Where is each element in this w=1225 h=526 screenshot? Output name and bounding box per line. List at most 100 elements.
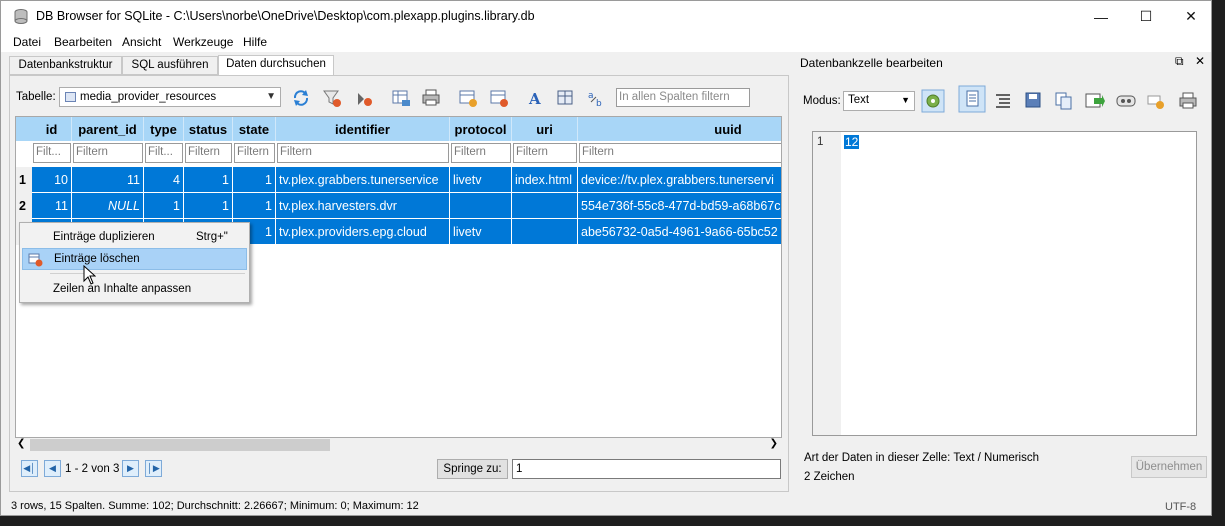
menu-bar: Datei Bearbeiten Ansicht Werkzeuge Hilfe (1, 32, 1211, 52)
tab-sql-ausfuehren[interactable]: SQL ausführen (122, 56, 218, 75)
previous-record-icon[interactable]: ◀ (44, 460, 61, 477)
menu-ansicht[interactable]: Ansicht (122, 35, 161, 49)
refresh-icon[interactable] (290, 87, 312, 109)
column-header[interactable]: type (144, 117, 184, 141)
column-header[interactable]: uri (512, 117, 578, 141)
delete-record-icon[interactable] (488, 87, 510, 109)
first-record-icon[interactable]: ◀│ (21, 460, 38, 477)
print-icon[interactable] (1177, 90, 1199, 112)
table-row[interactable]: 2 11 NULL 1 1 1 tv.plex.harvesters.dvr 5… (16, 193, 781, 219)
table-cell[interactable] (512, 193, 578, 219)
close-button[interactable]: ✕ (1168, 1, 1214, 32)
export-to-file-icon[interactable] (1023, 90, 1045, 112)
cell-value-text[interactable]: 12 (844, 135, 860, 149)
scroll-left-icon[interactable]: ❮ (17, 438, 25, 449)
mode-select[interactable]: Text ▼ (843, 91, 915, 111)
column-filter-input[interactable]: Filtern (451, 143, 511, 163)
mode-select-value: Text (848, 94, 870, 106)
save-table-icon[interactable] (390, 87, 412, 109)
last-record-icon[interactable]: │▶ (145, 460, 162, 477)
column-header[interactable]: status (184, 117, 233, 141)
column-header[interactable]: identifier (276, 117, 450, 141)
column-filter-input[interactable]: Filtern (277, 143, 449, 163)
undock-icon[interactable]: ⧉ (1175, 54, 1184, 69)
column-filter-input[interactable]: Filtern (234, 143, 275, 163)
encoding-label: UTF-8 (1165, 501, 1197, 513)
maximize-button[interactable]: ☐ (1123, 1, 1169, 32)
row-number[interactable]: 1 (16, 167, 32, 193)
column-filter-input[interactable]: Filtern (513, 143, 577, 163)
insert-record-icon[interactable] (457, 87, 479, 109)
print-icon[interactable] (420, 87, 442, 109)
goto-input[interactable]: 1 (512, 459, 781, 479)
tab-datenbankstruktur[interactable]: Datenbankstruktur (9, 56, 122, 75)
minimize-button[interactable]: — (1078, 1, 1124, 32)
table-cell[interactable]: 10 (32, 167, 72, 193)
find-replace-icon[interactable]: a b (586, 87, 608, 109)
erase-cell-icon[interactable] (1145, 90, 1167, 112)
table-cell[interactable]: abe56732-0a5d-4961-9a66-65bc52 (578, 219, 781, 245)
table-cell[interactable] (450, 193, 512, 219)
column-filter-input[interactable]: Filt... (33, 143, 71, 163)
cell-editor[interactable]: 1 12 (812, 131, 1197, 436)
table-cell[interactable]: NULL (72, 193, 144, 219)
table-cell[interactable]: device://tv.plex.grabbers.tunerservi (578, 167, 781, 193)
table-cell[interactable]: tv.plex.harvesters.dvr (276, 193, 450, 219)
table-cell[interactable]: 11 (32, 193, 72, 219)
table-cell[interactable]: 4 (144, 167, 184, 193)
goto-button[interactable]: Springe zu: (437, 459, 508, 479)
table-cell[interactable]: 1 (184, 167, 233, 193)
menu-datei[interactable]: Datei (13, 35, 41, 49)
word-wrap-icon[interactable] (993, 91, 1013, 111)
text-mode-icon[interactable] (958, 85, 986, 113)
table-cell[interactable]: livetv (450, 219, 512, 245)
scrollbar-thumb[interactable] (30, 439, 330, 451)
table-cell[interactable]: 554e736f-55c8-477d-bd59-a68b67c (578, 193, 781, 219)
table-cell[interactable] (512, 219, 578, 245)
table-cell[interactable]: 11 (72, 167, 144, 193)
column-header[interactable]: uuid (578, 117, 781, 141)
table-cell[interactable]: 1 (233, 193, 276, 219)
column-filter-input[interactable]: Filtern (579, 143, 781, 163)
chevron-down-icon: ▼ (266, 91, 276, 102)
apply-button[interactable]: Übernehmen (1131, 456, 1207, 478)
clear-sort-icon[interactable] (353, 87, 375, 109)
table-cell[interactable]: index.html (512, 167, 578, 193)
column-header[interactable]: id (32, 117, 72, 141)
column-header[interactable]: protocol (450, 117, 512, 141)
close-pane-icon[interactable]: ✕ (1195, 54, 1205, 68)
table-row[interactable]: 1 10 11 4 1 1 tv.plex.grabbers.tunerserv… (16, 167, 781, 193)
copy-icon[interactable] (1053, 90, 1075, 112)
font-format-icon[interactable]: A (525, 87, 547, 109)
table-cell[interactable]: 1 (184, 193, 233, 219)
column-header[interactable]: state (233, 117, 276, 141)
auto-mode-icon[interactable] (921, 89, 945, 113)
set-null-icon[interactable] (1115, 90, 1137, 112)
row-number[interactable]: 2 (16, 193, 32, 219)
menu-bearbeiten[interactable]: Bearbeiten (54, 35, 112, 49)
column-header[interactable]: parent_id (72, 117, 144, 141)
column-filter-input[interactable]: Filtern (73, 143, 143, 163)
table-cell[interactable]: 1 (144, 193, 184, 219)
menu-werkzeuge[interactable]: Werkzeuge (173, 35, 233, 49)
menu-item-fit-rows[interactable]: Zeilen an Inhalte anpassen (22, 279, 247, 301)
table-cell[interactable]: tv.plex.grabbers.tunerservice (276, 167, 450, 193)
next-record-icon[interactable]: ▶ (122, 460, 139, 477)
horizontal-scrollbar[interactable]: ❮ ❯ (15, 438, 782, 452)
table-cell[interactable]: livetv (450, 167, 512, 193)
tab-daten-durchsuchen[interactable]: Daten durchsuchen (218, 55, 334, 76)
import-icon[interactable] (1084, 90, 1106, 112)
column-filter-input[interactable]: Filtern (185, 143, 232, 163)
table-cell[interactable]: tv.plex.providers.epg.cloud (276, 219, 450, 245)
cell-format-icon[interactable] (555, 87, 577, 109)
scroll-right-icon[interactable]: ❯ (770, 438, 778, 449)
table-cell[interactable]: 1 (233, 167, 276, 193)
filter-all-columns-input[interactable]: In allen Spalten filtern (616, 88, 750, 107)
menu-item-duplicate[interactable]: Einträge duplizieren Strg+" (22, 227, 247, 249)
column-filter-input[interactable]: Filt... (145, 143, 183, 163)
table-select[interactable]: media_provider_resources ▼ (59, 87, 281, 107)
menu-item-delete[interactable]: Einträge löschen (22, 248, 247, 270)
menu-hilfe[interactable]: Hilfe (243, 35, 267, 49)
delete-record-icon (28, 253, 43, 267)
clear-filter-icon[interactable] (321, 87, 343, 109)
